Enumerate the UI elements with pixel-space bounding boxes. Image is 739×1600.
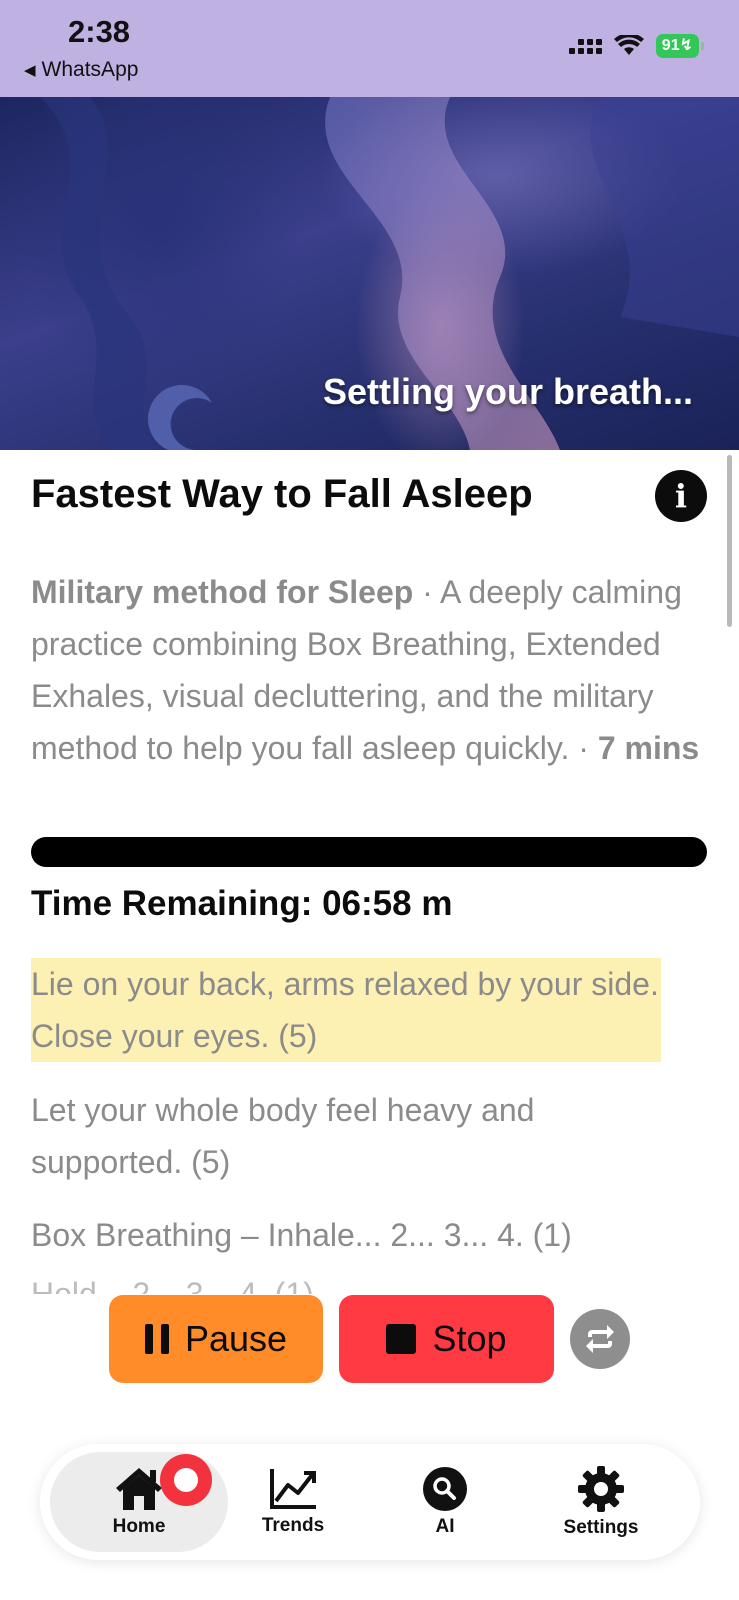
info-button[interactable]: i (655, 470, 707, 522)
pause-button[interactable]: Pause (109, 1295, 323, 1383)
scrollbar[interactable] (727, 455, 732, 627)
time-remaining: Time Remaining: 06:58 m (31, 884, 453, 923)
hero-caption: Settling your breath... (322, 371, 693, 412)
recording-indicator-icon (160, 1454, 212, 1506)
info-icon: i (674, 477, 688, 515)
search-icon (423, 1467, 467, 1511)
tab-ai-label: AI (435, 1516, 455, 1537)
cellular-signal-icon (568, 38, 602, 54)
stop-icon (386, 1324, 417, 1354)
step-item-partial: Hold... 2... 3... 4. (1) (31, 1276, 314, 1294)
separator-dot: · (413, 574, 440, 610)
status-bar: 2:38 ◀ WhatsApp 91↯ (0, 0, 739, 97)
pause-icon (144, 1324, 169, 1354)
charging-bolt-icon: ↯ (679, 37, 693, 54)
stop-label: Stop (432, 1318, 507, 1359)
gear-icon (578, 1466, 624, 1512)
home-icon (116, 1468, 162, 1510)
step-item: Box Breathing – Inhale... 2... 3... 4. (… (31, 1217, 572, 1253)
trend-chart-icon (270, 1469, 316, 1509)
stop-button[interactable]: Stop (339, 1295, 554, 1383)
step-item: Let your whole body feel heavy and suppo… (31, 1092, 535, 1180)
back-to-app-link[interactable]: ◀ WhatsApp (24, 58, 138, 82)
tab-ai[interactable]: AI (370, 1444, 520, 1560)
method-name: Military method for Sleep (31, 574, 414, 610)
tab-settings[interactable]: Settings (526, 1444, 676, 1560)
tab-trends-label: Trends (261, 1515, 325, 1536)
page-title: Fastest Way to Fall Asleep (31, 472, 533, 516)
session-progress-bar (31, 837, 707, 867)
status-icons: 91↯ (568, 34, 705, 58)
tab-trends[interactable]: Trends (218, 1444, 368, 1560)
duration-label: 7 mins (597, 730, 700, 766)
pause-label: Pause (184, 1318, 288, 1359)
repeat-button[interactable] (570, 1309, 630, 1369)
wifi-icon (613, 35, 644, 55)
hero-image: Settling your breath... (0, 97, 739, 450)
battery-level: 91 (661, 37, 680, 54)
separator-dot: · (569, 730, 598, 766)
back-app-label: WhatsApp (41, 58, 139, 81)
tab-home-label: Home (112, 1516, 166, 1537)
tab-settings-label: Settings (563, 1517, 639, 1538)
battery-indicator: 91↯ (655, 34, 705, 58)
status-time: 2:38 (68, 14, 131, 49)
step-item-active: Lie on your back, arms relaxed by your s… (31, 958, 661, 1062)
tab-bar: Home Trends AI Settings (40, 1444, 700, 1560)
back-triangle-icon: ◀ (24, 62, 36, 79)
repeat-icon (586, 1325, 614, 1353)
session-description: Military method for Sleep · A deeply cal… (31, 566, 711, 774)
